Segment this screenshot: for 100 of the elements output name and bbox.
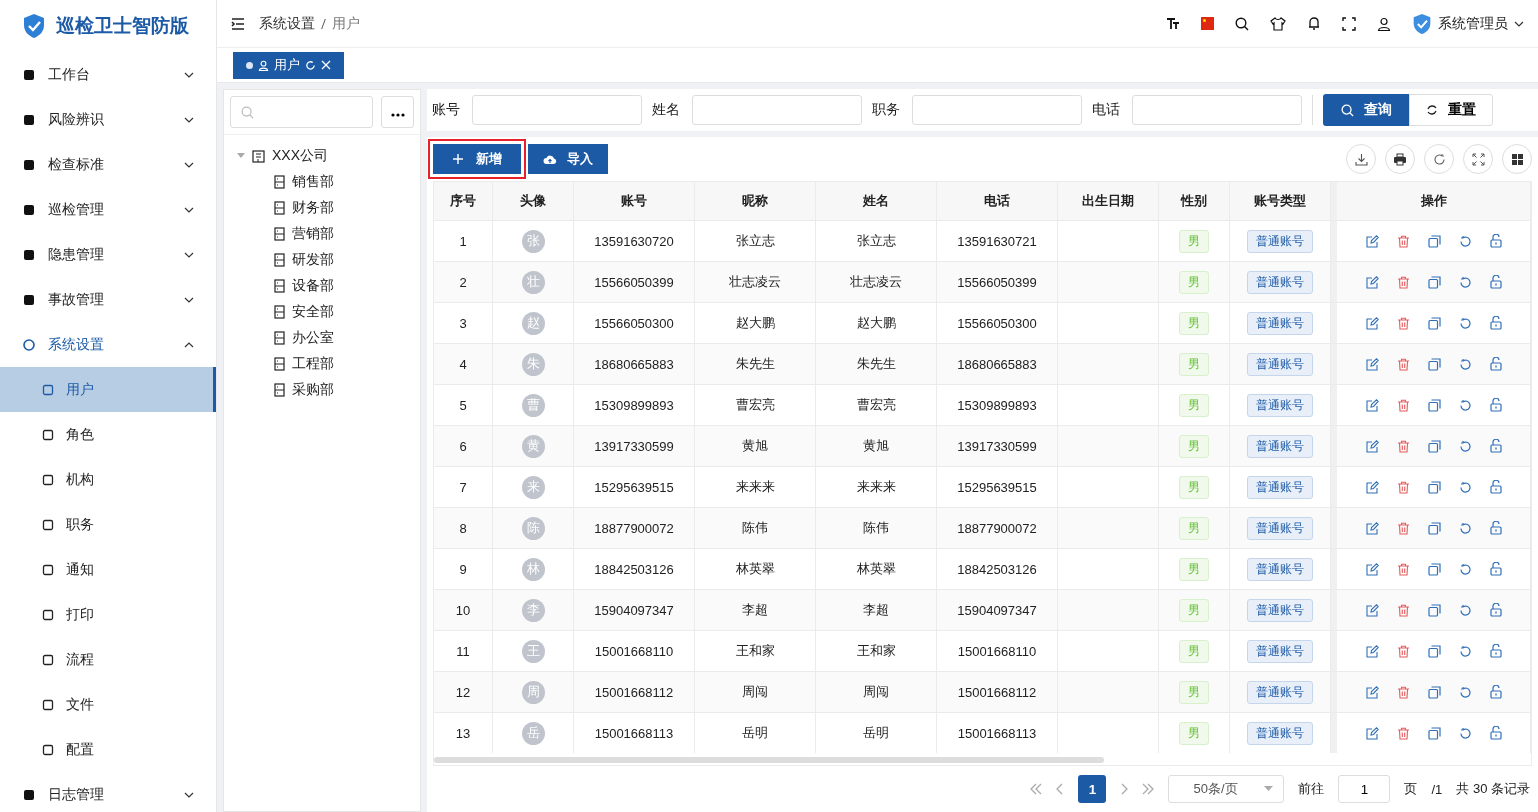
submenu-item[interactable]: 配置: [0, 727, 216, 772]
edit-icon[interactable]: [1365, 480, 1379, 494]
menu-item[interactable]: 巡检管理: [0, 187, 216, 232]
copy-icon[interactable]: [1427, 603, 1441, 617]
reset-icon[interactable]: [1458, 644, 1472, 658]
edit-icon[interactable]: [1365, 439, 1379, 453]
breadcrumb-item[interactable]: 系统设置: [259, 14, 315, 33]
tree-node[interactable]: 营销部: [224, 221, 420, 247]
edit-icon[interactable]: [1365, 275, 1379, 289]
reset-icon[interactable]: [1458, 398, 1472, 412]
breadcrumb-item[interactable]: 用户: [332, 14, 360, 33]
tree-node[interactable]: 财务部: [224, 195, 420, 221]
submenu-item[interactable]: 机构: [0, 457, 216, 502]
reset-icon[interactable]: [1458, 234, 1472, 248]
unlock-icon[interactable]: [1489, 521, 1502, 535]
download-button[interactable]: [1346, 144, 1376, 174]
import-button[interactable]: 导入: [528, 144, 608, 174]
menu-item[interactable]: 检查标准: [0, 142, 216, 187]
delete-icon[interactable]: [1396, 726, 1410, 740]
refresh-icon[interactable]: [305, 59, 316, 71]
font-size-icon[interactable]: [1166, 16, 1180, 31]
unlock-icon[interactable]: [1489, 644, 1502, 658]
shirt-icon[interactable]: [1270, 16, 1286, 31]
copy-icon[interactable]: [1427, 521, 1441, 535]
search-icon[interactable]: [1235, 16, 1249, 31]
submenu-item[interactable]: 通知: [0, 547, 216, 592]
edit-icon[interactable]: [1365, 685, 1379, 699]
reset-icon[interactable]: [1458, 275, 1472, 289]
delete-icon[interactable]: [1396, 234, 1410, 248]
bell-icon[interactable]: [1307, 16, 1321, 31]
reset-icon[interactable]: [1458, 439, 1472, 453]
tree-node[interactable]: 安全部: [224, 299, 420, 325]
delete-icon[interactable]: [1396, 398, 1410, 412]
tree-search-field[interactable]: [230, 96, 373, 128]
user-menu[interactable]: 系统管理员: [1412, 12, 1524, 35]
unlock-icon[interactable]: [1489, 275, 1502, 289]
print-button[interactable]: [1385, 144, 1415, 174]
refresh-button[interactable]: [1424, 144, 1454, 174]
edit-icon[interactable]: [1365, 398, 1379, 412]
unlock-icon[interactable]: [1489, 398, 1502, 412]
reset-icon[interactable]: [1458, 316, 1472, 330]
copy-icon[interactable]: [1427, 275, 1441, 289]
delete-icon[interactable]: [1396, 275, 1410, 289]
menu-item[interactable]: 日志管理: [0, 772, 216, 812]
columns-button[interactable]: [1502, 144, 1532, 174]
menu-item[interactable]: 隐患管理: [0, 232, 216, 277]
copy-icon[interactable]: [1427, 644, 1441, 658]
unlock-icon[interactable]: [1489, 685, 1502, 699]
copy-icon[interactable]: [1427, 234, 1441, 248]
reset-icon[interactable]: [1458, 357, 1472, 371]
copy-icon[interactable]: [1427, 357, 1441, 371]
unlock-icon[interactable]: [1489, 316, 1502, 330]
edit-icon[interactable]: [1365, 357, 1379, 371]
copy-icon[interactable]: [1427, 398, 1441, 412]
delete-icon[interactable]: [1396, 644, 1410, 658]
filter-field[interactable]: [692, 95, 862, 125]
page-button[interactable]: 1: [1078, 775, 1107, 803]
flag-icon[interactable]: [1201, 17, 1214, 30]
tree-node[interactable]: 办公室: [224, 325, 420, 351]
page-input[interactable]: 1: [1338, 775, 1391, 803]
edit-icon[interactable]: [1365, 726, 1379, 740]
user-icon[interactable]: [1377, 16, 1391, 31]
query-button[interactable]: 查询: [1323, 94, 1409, 126]
fullscreen-icon[interactable]: [1342, 16, 1356, 31]
filter-field[interactable]: [1132, 95, 1302, 125]
copy-icon[interactable]: [1427, 726, 1441, 740]
unlock-icon[interactable]: [1489, 603, 1502, 617]
page-size-select[interactable]: 50条/页: [1168, 775, 1285, 803]
fullscreen-button[interactable]: [1463, 144, 1493, 174]
unlock-icon[interactable]: [1489, 357, 1502, 371]
menu-item[interactable]: 系统设置: [0, 322, 216, 367]
filter-field[interactable]: [912, 95, 1082, 125]
reset-button[interactable]: 重置: [1409, 94, 1493, 126]
edit-icon[interactable]: [1365, 644, 1379, 658]
tree-node[interactable]: 工程部: [224, 351, 420, 377]
submenu-item[interactable]: 职务: [0, 502, 216, 547]
unlock-icon[interactable]: [1489, 726, 1502, 740]
reset-icon[interactable]: [1458, 480, 1472, 494]
edit-icon[interactable]: [1365, 603, 1379, 617]
unlock-icon[interactable]: [1489, 480, 1502, 494]
copy-icon[interactable]: [1427, 439, 1441, 453]
edit-icon[interactable]: [1365, 562, 1379, 576]
reset-icon[interactable]: [1458, 685, 1472, 699]
delete-icon[interactable]: [1396, 357, 1410, 371]
reset-icon[interactable]: [1458, 603, 1472, 617]
filter-field[interactable]: [472, 95, 642, 125]
add-button[interactable]: 新增: [433, 144, 521, 174]
delete-icon[interactable]: [1396, 603, 1410, 617]
copy-icon[interactable]: [1427, 685, 1441, 699]
edit-icon[interactable]: [1365, 316, 1379, 330]
delete-icon[interactable]: [1396, 316, 1410, 330]
menu-item[interactable]: 事故管理: [0, 277, 216, 322]
menu-item[interactable]: 风险辨识: [0, 97, 216, 142]
edit-icon[interactable]: [1365, 521, 1379, 535]
submenu-item[interactable]: 用户: [0, 367, 216, 412]
copy-icon[interactable]: [1427, 316, 1441, 330]
copy-icon[interactable]: [1427, 562, 1441, 576]
delete-icon[interactable]: [1396, 521, 1410, 535]
tree-node[interactable]: 销售部: [224, 169, 420, 195]
edit-icon[interactable]: [1365, 234, 1379, 248]
